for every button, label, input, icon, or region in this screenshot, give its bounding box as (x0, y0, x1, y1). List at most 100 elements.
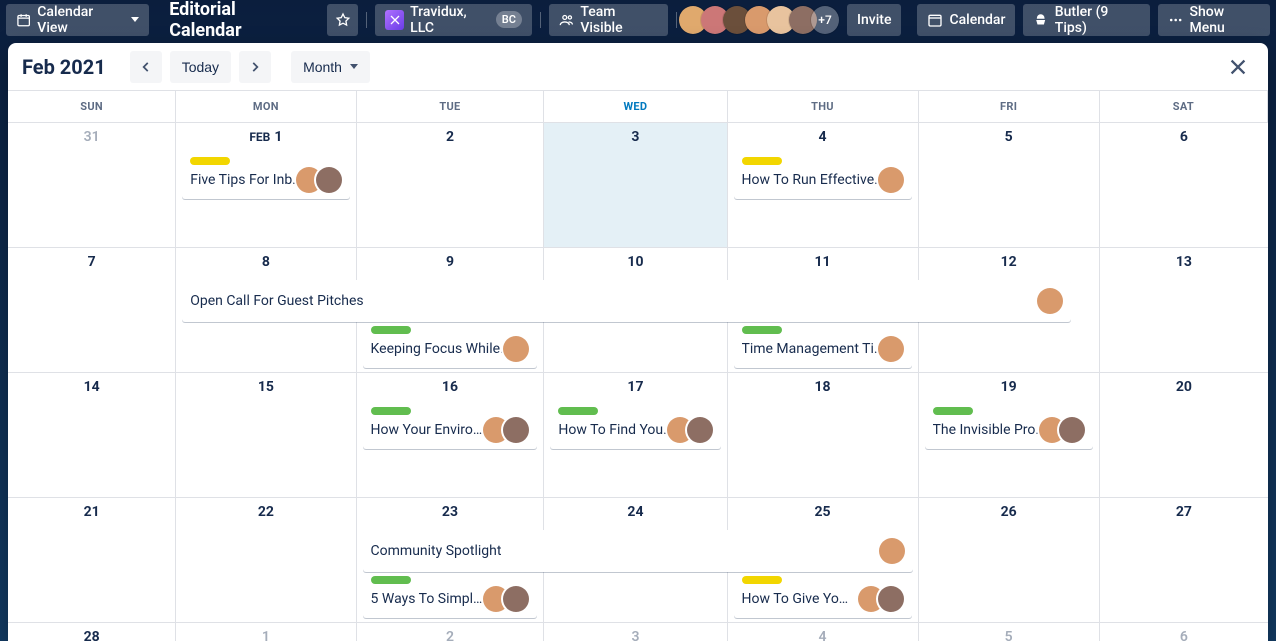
today-button[interactable]: Today (170, 51, 231, 83)
close-button[interactable] (1222, 51, 1254, 83)
day-cell[interactable]: 20 (1100, 373, 1268, 498)
day-cell[interactable]: 26 (919, 498, 1100, 623)
card-label (371, 326, 411, 334)
day-cell[interactable]: 2 (357, 123, 545, 248)
butler-button[interactable]: Butler (9 Tips) (1023, 4, 1150, 36)
card-label (742, 157, 782, 165)
card-title: Open Call For Guest Pitches (190, 293, 1037, 309)
day-number: 4 (734, 129, 912, 145)
org-link[interactable]: Travidux, LLC BC (375, 4, 532, 36)
powerup-calendar[interactable]: Calendar (917, 4, 1015, 36)
day-number: 9 (363, 254, 538, 270)
day-number: 6 (1106, 129, 1262, 145)
prev-period-button[interactable] (130, 51, 162, 83)
calendar-card[interactable]: How To Find You… (550, 401, 720, 449)
dow-header: SUN (8, 91, 176, 123)
board-title[interactable]: Editorial Calendar (157, 4, 319, 36)
calendar-card[interactable]: How To Give Yo… (734, 570, 912, 618)
next-period-button[interactable] (239, 51, 271, 83)
calendar-card[interactable]: How Your Enviro… (363, 401, 538, 449)
day-number: 22 (182, 504, 349, 520)
divider (540, 12, 541, 28)
card-title: Five Tips For Inb… (190, 172, 301, 188)
invite-button[interactable]: Invite (847, 4, 901, 36)
avatar (1059, 417, 1085, 443)
card-title: Time Management Ti… (742, 341, 884, 357)
day-cell[interactable]: 18 (728, 373, 919, 498)
calendar-card[interactable]: Five Tips For Inb… (182, 151, 349, 199)
scope-select[interactable]: Month (291, 51, 370, 83)
card-label (190, 157, 230, 165)
day-cell[interactable]: 4 How To Run Effective… (728, 123, 919, 248)
visibility-label: Team Visible (580, 4, 658, 36)
card-title: The Invisible Pro… (933, 422, 1045, 438)
invite-label: Invite (857, 12, 891, 28)
day-cell[interactable]: 17How To Find You… (544, 373, 727, 498)
day-cell[interactable]: 14 (8, 373, 176, 498)
day-number: 25 (734, 504, 912, 520)
day-cell[interactable]: 5 (919, 623, 1100, 641)
day-cell[interactable]: 5 (919, 123, 1100, 248)
day-cell[interactable]: FEB1Five Tips For Inb… (176, 123, 356, 248)
view-switcher[interactable]: Calendar View (6, 4, 149, 36)
day-cell[interactable]: 19The Invisible Pro… (919, 373, 1100, 498)
calendar-card[interactable]: Open Call For Guest Pitches (182, 280, 1071, 322)
day-cell[interactable]: 1 (176, 623, 356, 641)
day-cell[interactable]: 23Community Spotlight5 Ways To Simpl… (357, 498, 545, 623)
close-icon (1227, 56, 1249, 78)
day-cell[interactable]: 15 (176, 373, 356, 498)
avatar (1037, 288, 1063, 314)
visibility-button[interactable]: Team Visible (549, 4, 668, 36)
dow-header: THU (728, 91, 919, 123)
scope-label: Month (303, 59, 342, 75)
avatar (316, 167, 342, 193)
card-title: How To Run Effective… (742, 172, 884, 188)
calendar-card[interactable]: Time Management Ti… (734, 320, 912, 368)
calendar-card[interactable]: Community Spotlight (363, 530, 914, 572)
day-number: 23 (363, 504, 538, 520)
star-icon (335, 12, 351, 28)
calendar-card[interactable]: The Invisible Pro… (925, 401, 1093, 449)
day-cell[interactable]: 27 (1100, 498, 1268, 623)
calendar-icon (927, 12, 943, 28)
avatar (878, 586, 904, 612)
board-members[interactable]: +7 (685, 6, 839, 34)
day-number: 10 (550, 254, 720, 270)
calendar-card[interactable]: 5 Ways To Simpl… (363, 570, 538, 618)
day-cell[interactable]: 22 (176, 498, 356, 623)
day-number: 3 (550, 629, 720, 641)
day-number: 14 (14, 379, 169, 395)
chevron-down-icon (350, 64, 358, 69)
day-cell[interactable]: 16How Your Enviro… (357, 373, 545, 498)
day-cell[interactable]: 8Open Call For Guest Pitches (176, 248, 356, 373)
calendar-card[interactable]: How To Run Effective… (734, 151, 912, 199)
card-title: Keeping Focus While… (371, 341, 510, 357)
day-number: 5 (925, 629, 1093, 641)
day-cell[interactable]: 3 (544, 623, 727, 641)
day-cell[interactable]: 4 (728, 623, 919, 641)
day-cell[interactable]: 3 (544, 123, 727, 248)
day-cell[interactable]: 13 (1100, 248, 1268, 373)
show-menu-button[interactable]: Show Menu (1158, 4, 1270, 36)
calendar-grid: SUNMONTUEWEDTHUFRISAT31FEB1Five Tips For… (8, 90, 1268, 641)
day-cell[interactable]: 21 (8, 498, 176, 623)
card-label (371, 576, 411, 584)
day-cell[interactable]: 7 (8, 248, 176, 373)
day-cell[interactable]: 28 (8, 623, 176, 641)
day-number: 5 (925, 129, 1093, 145)
calendar-card[interactable]: Keeping Focus While… (363, 320, 538, 368)
star-button[interactable] (327, 4, 358, 36)
avatar-overflow[interactable]: +7 (811, 6, 839, 34)
day-cell[interactable]: 6 (1100, 123, 1268, 248)
org-name: Travidux, LLC (410, 4, 490, 36)
day-number: 27 (1106, 504, 1262, 520)
day-cell[interactable]: 2 (357, 623, 545, 641)
chevron-right-icon (248, 60, 262, 74)
day-cell[interactable]: 6 (1100, 623, 1268, 641)
avatar (503, 417, 529, 443)
org-plan-badge: BC (496, 11, 522, 28)
day-cell[interactable]: 31 (8, 123, 176, 248)
avatar (503, 586, 529, 612)
calendar-panel: Feb 2021 Today Month SUNMONTUEWEDTHUFRIS… (8, 43, 1268, 641)
day-number: 11 (734, 254, 912, 270)
